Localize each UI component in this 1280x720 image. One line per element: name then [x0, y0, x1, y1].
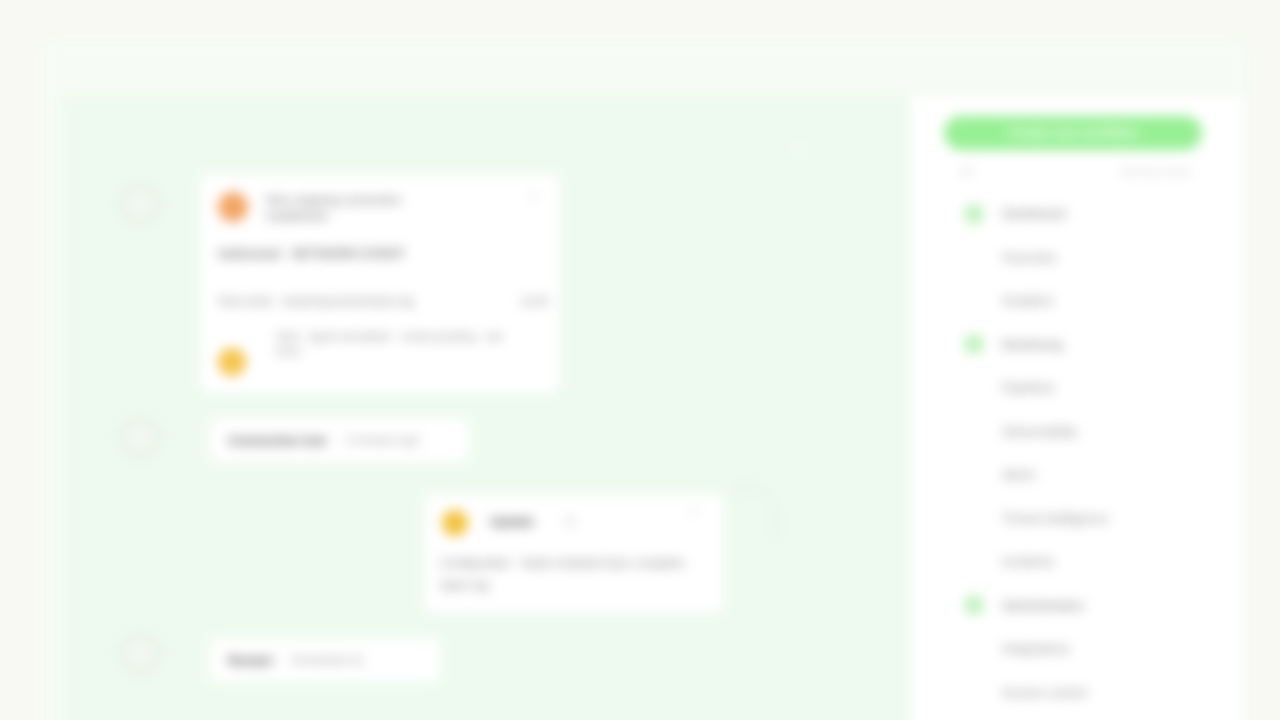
- sidebar-item-observability[interactable]: Observability: [952, 410, 1212, 454]
- update-card-badge: v2: [564, 516, 576, 528]
- filter-all[interactable]: All: [960, 166, 972, 178]
- sidebar-item-label: Dashboard: [1002, 206, 1066, 222]
- sidebar-item-overview[interactable]: Overview: [952, 236, 1212, 280]
- create-workflow-button[interactable]: Create new workflow: [944, 116, 1202, 150]
- section-icon: [964, 595, 984, 616]
- sidebar-item-label: Observability: [1002, 423, 1078, 439]
- event-pill-title: Restart: [228, 652, 273, 668]
- event-pill-title: Connection lost: [228, 432, 327, 448]
- sidebar-item-threat-intelligence[interactable]: Threat intelligence: [952, 497, 1212, 541]
- close-icon[interactable]: ×: [530, 188, 538, 204]
- sidebar-item-alerts[interactable]: Alerts: [952, 453, 1212, 497]
- sidebar-item-label: Alerts: [1002, 467, 1036, 483]
- annotation-icon: [218, 348, 246, 376]
- update-card-body: Configuration · Node restarted Sync comp…: [440, 556, 691, 592]
- update-icon: [442, 510, 468, 536]
- sidebar-item-label: Pipelines: [1002, 380, 1055, 396]
- sort-dropdown[interactable]: Sort by recent: [1122, 166, 1190, 178]
- event-card-detail: Flow check · streaming transmission log …: [218, 296, 548, 308]
- event-pill[interactable]: Connection lost 2 minutes ago: [210, 418, 470, 462]
- event-card[interactable]: New outgoing connection established × Au…: [200, 174, 560, 394]
- timeline-node-icon: [120, 184, 160, 224]
- close-icon[interactable]: ×: [690, 504, 698, 519]
- sidebar-item-label: Access control: [1002, 684, 1087, 700]
- sidebar-item-integrations[interactable]: Integrations: [952, 627, 1212, 671]
- sidebar-item-label: Incidents: [1002, 554, 1055, 570]
- sidebar-item-dashboard[interactable]: Dashboard: [952, 192, 1212, 236]
- app-window: × New outgoing connection established × …: [40, 40, 1250, 720]
- event-pill-meta: 2 minutes ago: [344, 433, 420, 447]
- event-pill-meta: Scheduled ok: [290, 653, 364, 667]
- sidebar-item-label: Monitoring: [1002, 336, 1063, 352]
- activity-canvas: × New outgoing connection established × …: [62, 96, 908, 720]
- sidebar-item-incidents[interactable]: Incidents: [952, 540, 1212, 584]
- event-card-time: 12:45: [520, 296, 548, 308]
- event-pill[interactable]: Restart Scheduled ok: [210, 638, 440, 682]
- close-icon[interactable]: ×: [786, 138, 810, 162]
- screen: × New outgoing connection established × …: [0, 0, 1280, 720]
- sidebar-item-monitoring[interactable]: Monitoring: [952, 323, 1212, 367]
- sidebar-item-pipelines[interactable]: Pipelines: [952, 366, 1212, 410]
- update-card-title: Update: [490, 514, 535, 529]
- sidebar: Create new workflow All Sort by recent D…: [912, 96, 1242, 720]
- sidebar-item-label: Threat intelligence: [1002, 510, 1109, 526]
- sidebar-item-analytics[interactable]: Analytics: [952, 279, 1212, 323]
- window-topbar: [40, 40, 1250, 86]
- event-card-title: New outgoing connection established: [266, 193, 401, 223]
- sidebar-item-administration[interactable]: Administration: [952, 584, 1212, 628]
- event-source-icon: [218, 192, 248, 222]
- event-card-detail-text: Flow check · streaming transmission log: [218, 296, 414, 308]
- sidebar-nav: Dashboard Overview Analytics Monitoring …: [952, 192, 1212, 714]
- update-card[interactable]: Update v2 × Configuration · Node restart…: [424, 494, 724, 614]
- event-card-status: Authorized · NETWORK EVENT: [218, 246, 406, 261]
- timeline-node-icon: [120, 634, 160, 674]
- sidebar-item-label: Integrations: [1002, 641, 1070, 657]
- timeline-connector: [734, 486, 777, 539]
- event-card-annotation: Note · Agent annotation · review pending…: [276, 331, 503, 358]
- sidebar-item-label: Overview: [1002, 249, 1057, 265]
- timeline-node-icon: [120, 418, 160, 458]
- section-icon: [964, 203, 984, 224]
- sidebar-filter-row: All Sort by recent: [960, 166, 1190, 178]
- sidebar-item-label: Analytics: [1002, 293, 1055, 309]
- sidebar-item-label: Administration: [1002, 597, 1085, 613]
- section-icon: [964, 334, 984, 355]
- sidebar-item-access-control[interactable]: Access control: [952, 671, 1212, 715]
